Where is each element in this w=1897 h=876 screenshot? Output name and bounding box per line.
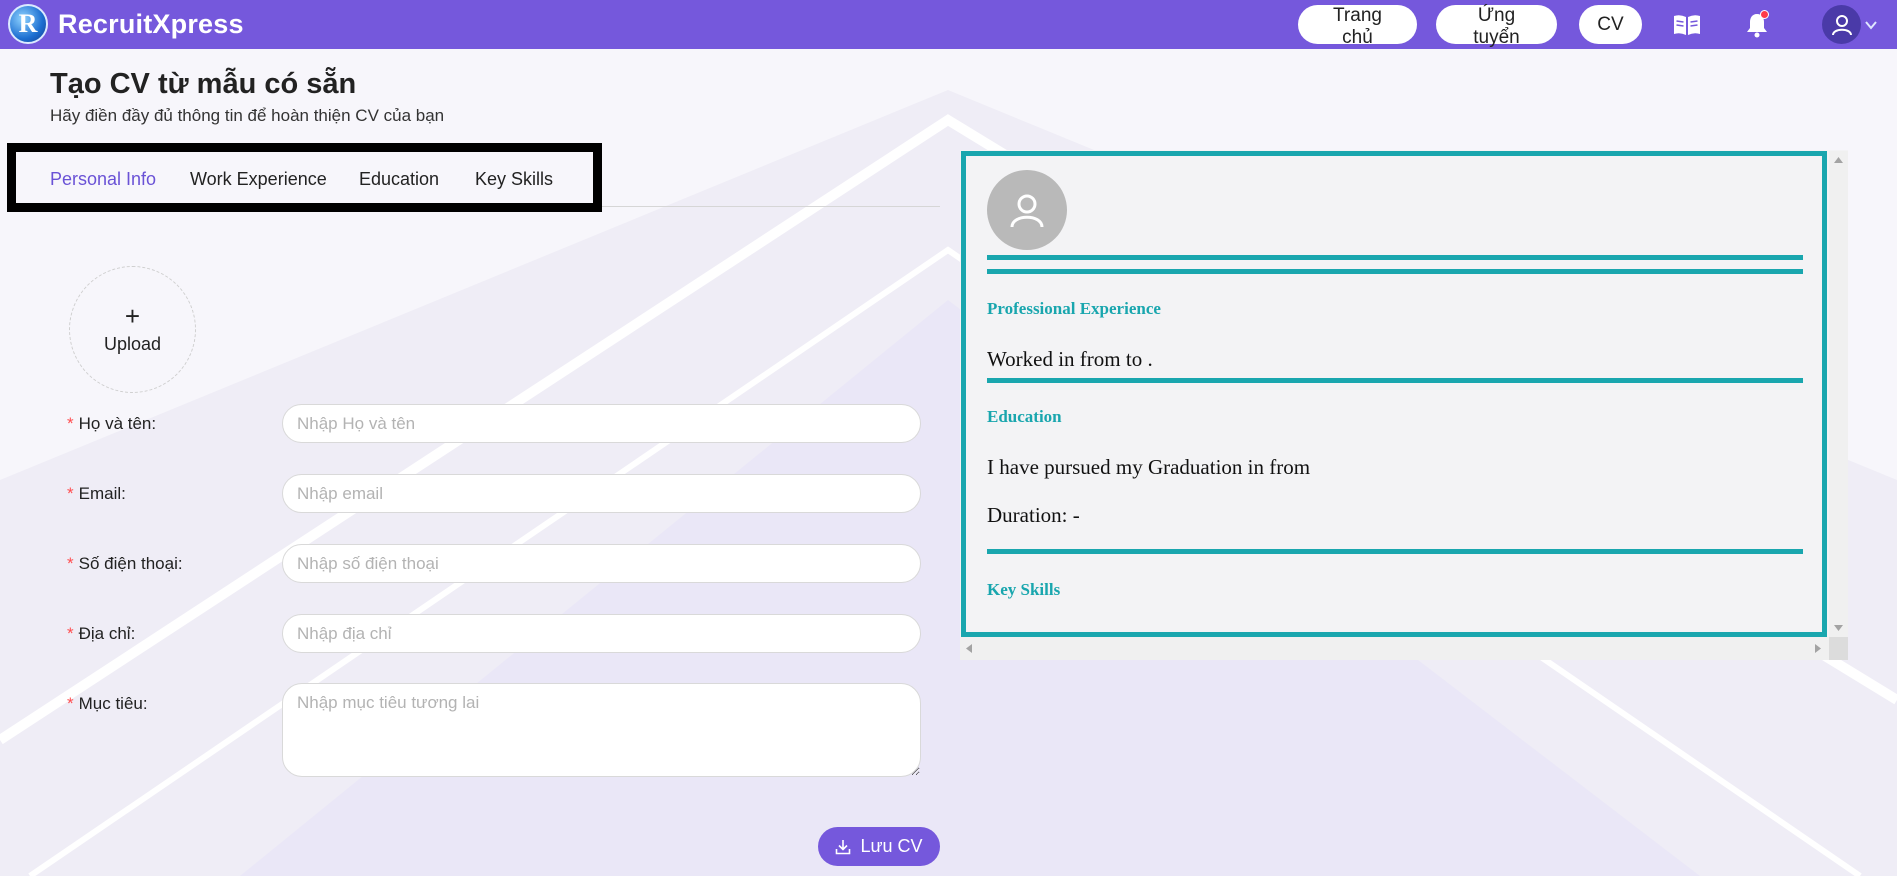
label-colon: : [177, 554, 183, 573]
email-label: * Email: [67, 484, 126, 504]
brand-logo: R [8, 4, 48, 44]
nav-cv-button[interactable]: CV [1579, 5, 1642, 44]
address-label: * Địa chỉ: [67, 624, 135, 644]
cv-preview: Professional Experience Worked in from t… [961, 151, 1827, 637]
preview-vertical-scrollbar[interactable] [1829, 151, 1848, 637]
scroll-up-arrow-icon[interactable] [1834, 157, 1843, 163]
scroll-right-arrow-icon[interactable] [1815, 644, 1821, 653]
cv-skills-heading: Key Skills [987, 580, 1061, 599]
required-mark: * [67, 624, 74, 643]
bell-icon[interactable] [1742, 10, 1772, 40]
download-icon [836, 839, 851, 854]
cv-divider [987, 549, 1803, 554]
address-input[interactable] [282, 614, 921, 653]
cv-divider [987, 255, 1803, 260]
objective-textarea[interactable] [282, 683, 921, 777]
book-open-icon[interactable] [1672, 10, 1702, 40]
user-avatar[interactable] [1822, 5, 1861, 44]
page-title: Tạo CV từ mẫu có sẵn [50, 68, 357, 100]
top-navigation-bar: R RecruitXpress Trang chủ Ứng tuyển CV [0, 0, 1897, 49]
phone-label: * Số điện thoại: [67, 554, 183, 574]
required-mark: * [67, 554, 74, 573]
objective-label-text: Mục tiêu [78, 694, 143, 713]
label-colon: : [151, 414, 157, 433]
cv-experience-heading: Professional Experience [987, 299, 1161, 318]
scroll-left-arrow-icon[interactable] [966, 644, 972, 653]
plus-icon: + [124, 301, 141, 331]
user-icon [1010, 194, 1044, 228]
upload-label: Upload [103, 334, 162, 354]
label-colon: : [121, 484, 126, 503]
required-mark: * [67, 414, 74, 433]
cv-duration-text: Duration: - [987, 503, 1080, 527]
email-label-text: Email [78, 484, 122, 503]
avatar-upload-button[interactable]: + Upload [69, 266, 196, 393]
objective-label: * Mục tiêu: [67, 694, 148, 714]
tab-key-skills[interactable]: Key Skills [475, 169, 553, 190]
nav-home-button[interactable]: Trang chủ [1298, 5, 1417, 48]
cv-experience-text: Worked in from to . [987, 347, 1153, 371]
label-colon: : [142, 694, 148, 713]
address-label-text: Địa chỉ [78, 624, 131, 643]
tab-education[interactable]: Education [359, 169, 439, 190]
phone-label-text: Số điện thoại [78, 554, 178, 573]
cv-education-text: I have pursued my Graduation in from [987, 455, 1311, 479]
cv-education-heading: Education [987, 407, 1062, 426]
scrollbar-corner [1829, 637, 1848, 660]
name-label-text: Họ và tên [78, 414, 152, 433]
user-icon [1831, 14, 1852, 35]
cv-avatar [987, 170, 1067, 250]
cv-divider [987, 378, 1803, 383]
preview-horizontal-scrollbar[interactable] [960, 637, 1829, 660]
nav-apply-button[interactable]: Ứng tuyển [1436, 5, 1557, 48]
save-cv-button[interactable]: Lưu CV [818, 827, 940, 866]
label-colon: : [130, 624, 136, 643]
brand[interactable]: R RecruitXpress [8, 4, 244, 44]
tab-personal-info[interactable]: Personal Info [50, 169, 156, 190]
name-label: * Họ và tên: [67, 414, 156, 434]
save-cv-label: Lưu CV [860, 836, 923, 856]
email-input[interactable] [282, 474, 921, 513]
tab-work-experience[interactable]: Work Experience [190, 169, 327, 190]
phone-input[interactable] [282, 544, 921, 583]
required-mark: * [67, 484, 74, 503]
notification-dot [1760, 10, 1769, 19]
scroll-down-arrow-icon[interactable] [1834, 625, 1843, 631]
name-input[interactable] [282, 404, 921, 443]
required-mark: * [67, 694, 74, 713]
cv-divider [987, 269, 1803, 274]
chevron-down-icon[interactable] [1864, 18, 1878, 32]
page-subtitle: Hãy điền đầy đủ thông tin để hoàn thiện … [50, 106, 445, 125]
brand-name: RecruitXpress [58, 8, 244, 39]
